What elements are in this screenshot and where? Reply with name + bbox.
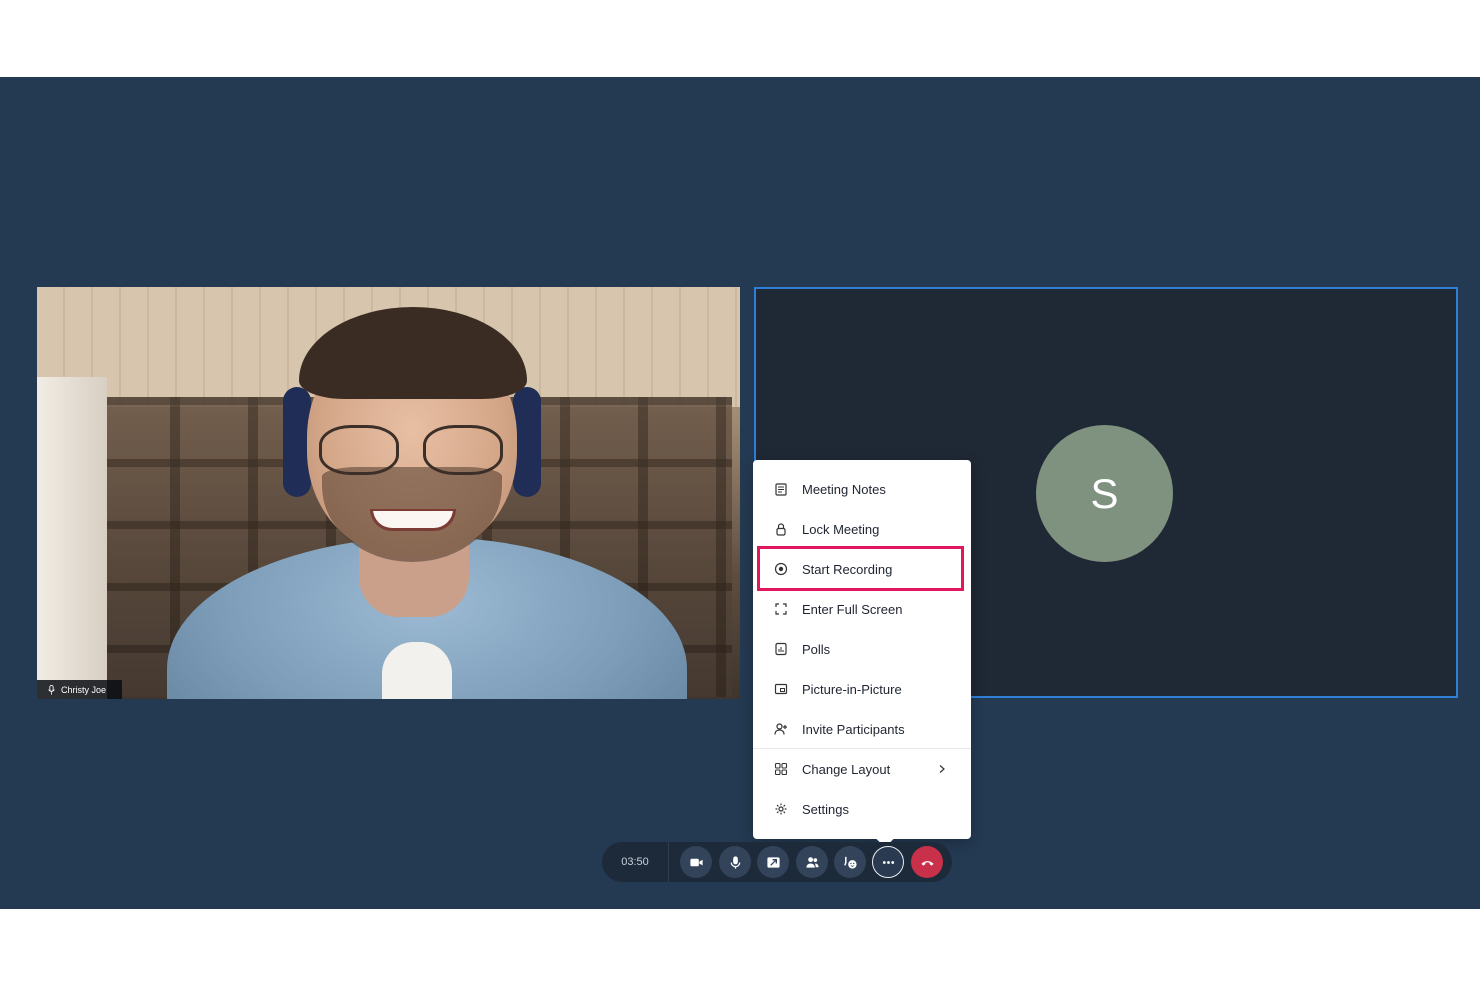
- participant-avatar: S: [1036, 425, 1173, 562]
- menu-item-change-layout[interactable]: Change Layout: [753, 749, 971, 789]
- person-glasses: [319, 425, 509, 475]
- chevron-right-icon: [939, 765, 945, 773]
- local-video-tile[interactable]: Christy Joe: [37, 287, 740, 699]
- more-options-button[interactable]: [872, 846, 904, 878]
- menu-item-label: Lock Meeting: [802, 521, 880, 537]
- menu-item-label: Settings: [802, 801, 849, 817]
- camera-icon: [689, 858, 703, 866]
- more-icon: [882, 860, 894, 864]
- menu-item-lock-meeting[interactable]: Lock Meeting: [753, 509, 971, 549]
- gear-icon: [775, 803, 787, 815]
- end-call-icon: [920, 860, 934, 866]
- person-smile: [370, 509, 456, 531]
- menu-item-invite-participants[interactable]: Invite Participants: [753, 709, 971, 749]
- person-undershirt: [382, 642, 452, 699]
- menu-item-polls[interactable]: Polls: [753, 629, 971, 669]
- participant-name-tag: Christy Joe: [37, 680, 123, 699]
- menu-item-label: Picture-in-Picture: [802, 681, 902, 697]
- end-call-button[interactable]: [911, 846, 943, 878]
- mic-icon: [730, 855, 740, 869]
- menu-item-label: Meeting Notes: [802, 481, 886, 497]
- menu-item-label: Enter Full Screen: [802, 601, 903, 617]
- background-window: [37, 377, 107, 699]
- menu-item-settings[interactable]: Settings: [753, 789, 971, 829]
- reactions-icon: [843, 856, 857, 869]
- meeting-timer: 03:50: [602, 842, 669, 882]
- menu-item-label: Polls: [802, 641, 831, 657]
- poll-icon: [775, 642, 787, 656]
- menu-item-meeting-notes[interactable]: Meeting Notes: [753, 469, 971, 509]
- recording-highlight: [757, 546, 964, 591]
- camera-button[interactable]: [680, 846, 712, 878]
- lock-icon: [776, 523, 786, 536]
- microphone-button[interactable]: [719, 846, 751, 878]
- reactions-button[interactable]: [834, 846, 866, 878]
- invite-icon: [774, 723, 787, 735]
- menu-item-enter-full-screen[interactable]: Enter Full Screen: [753, 589, 971, 629]
- participants-button[interactable]: [796, 846, 828, 878]
- layout-icon: [774, 762, 788, 776]
- share-screen-button[interactable]: [757, 846, 789, 878]
- meeting-stage: Christy Joe S Meeting Notes Lock Meeting…: [0, 77, 1480, 909]
- pip-icon: [774, 683, 788, 695]
- share-screen-icon: [766, 856, 780, 868]
- more-options-menu: Meeting Notes Lock Meeting Start Recordi…: [753, 460, 971, 839]
- menu-item-label: Invite Participants: [802, 721, 905, 737]
- fullscreen-icon: [775, 603, 787, 615]
- meeting-control-bar: 03:50: [602, 842, 952, 882]
- mic-icon: [48, 684, 55, 695]
- notes-icon: [775, 483, 787, 496]
- menu-item-label: Change Layout: [802, 761, 891, 777]
- menu-item-picture-in-picture[interactable]: Picture-in-Picture: [753, 669, 971, 709]
- headphone-right: [513, 387, 541, 497]
- participant-name: Christy Joe: [61, 684, 107, 695]
- participants-icon: [805, 856, 819, 868]
